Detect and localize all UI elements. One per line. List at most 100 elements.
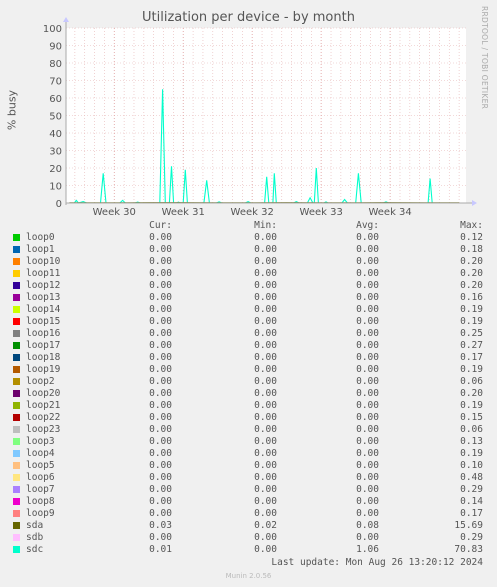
legend-swatch xyxy=(13,234,20,241)
legend-min: 0.00 xyxy=(254,256,277,267)
legend-row: sdc 0.01 0.00 1.06 70.83 xyxy=(0,544,497,556)
legend-name: loop23 xyxy=(26,424,61,435)
legend-min: 0.00 xyxy=(254,232,277,243)
legend-swatch xyxy=(13,534,20,541)
legend-avg: 0.00 xyxy=(356,232,379,243)
legend-min: 0.00 xyxy=(254,316,277,327)
legend-min: 0.00 xyxy=(254,328,277,339)
legend-name: loop7 xyxy=(26,484,55,495)
legend-cur: 0.00 xyxy=(149,424,172,435)
legend-min: 0.00 xyxy=(254,424,277,435)
y-tick-label: 70 xyxy=(49,77,62,88)
legend-cur: 0.01 xyxy=(149,544,172,555)
legend-max: 0.19 xyxy=(460,400,483,411)
legend-max: 0.20 xyxy=(460,256,483,267)
legend-swatch xyxy=(13,306,20,313)
x-tick-label: Week 32 xyxy=(231,207,274,215)
y-tick-label: 90 xyxy=(49,42,62,53)
legend-avg: 0.00 xyxy=(356,496,379,507)
legend-avg: 0.00 xyxy=(356,484,379,495)
legend-avg: 0.00 xyxy=(356,340,379,351)
legend-name: loop22 xyxy=(26,412,61,423)
legend-cur: 0.00 xyxy=(149,244,172,255)
legend-name: loop6 xyxy=(26,472,55,483)
legend-avg: 0.00 xyxy=(356,436,379,447)
legend-swatch xyxy=(13,402,20,409)
legend-max: 0.15 xyxy=(460,412,483,423)
legend-max: 0.18 xyxy=(460,244,483,255)
legend-swatch xyxy=(13,330,20,337)
legend-cur: 0.00 xyxy=(149,448,172,459)
legend-row: loop8 0.00 0.00 0.00 0.14 xyxy=(0,496,497,508)
legend-row: loop0 0.00 0.00 0.00 0.12 xyxy=(0,232,497,244)
legend-max: 0.48 xyxy=(460,472,483,483)
munin-version: Munin 2.0.56 xyxy=(225,572,272,580)
legend-cur: 0.00 xyxy=(149,256,172,267)
legend-swatch xyxy=(13,270,20,277)
legend-name: loop19 xyxy=(26,364,61,375)
legend-max: 0.14 xyxy=(460,496,483,507)
legend-min: 0.00 xyxy=(254,448,277,459)
legend-name: loop3 xyxy=(26,436,55,447)
legend-row: loop14 0.00 0.00 0.00 0.19 xyxy=(0,304,497,316)
legend-max: 0.19 xyxy=(460,364,483,375)
last-update-text: Last update: Mon Aug 26 13:20:12 2024 xyxy=(271,557,483,568)
legend-min: 0.02 xyxy=(254,520,277,531)
legend-name: loop17 xyxy=(26,340,61,351)
legend-avg: 0.00 xyxy=(356,268,379,279)
legend-row: loop2 0.00 0.00 0.00 0.06 xyxy=(0,376,497,388)
legend-row: sdb 0.00 0.00 0.00 0.29 xyxy=(0,532,497,544)
legend-avg: 0.00 xyxy=(356,412,379,423)
legend-name: loop4 xyxy=(26,448,55,459)
legend-min: 0.00 xyxy=(254,376,277,387)
legend-avg: 0.00 xyxy=(356,532,379,543)
legend-cur: 0.00 xyxy=(149,400,172,411)
legend-max: 70.83 xyxy=(454,544,483,555)
y-tick-label: 0 xyxy=(56,199,62,210)
legend-row: loop18 0.00 0.00 0.00 0.17 xyxy=(0,352,497,364)
legend-row: loop22 0.00 0.00 0.00 0.15 xyxy=(0,412,497,424)
legend-row: loop10 0.00 0.00 0.00 0.20 xyxy=(0,256,497,268)
legend-name: loop11 xyxy=(26,268,61,279)
y-tick-label: 80 xyxy=(49,59,62,70)
legend-swatch xyxy=(13,294,20,301)
y-tick-label: 30 xyxy=(49,147,62,158)
legend-min: 0.00 xyxy=(254,340,277,351)
legend-avg: 0.00 xyxy=(356,460,379,471)
legend-min: 0.00 xyxy=(254,244,277,255)
legend-swatch xyxy=(13,318,20,325)
legend-cur: 0.00 xyxy=(149,232,172,243)
legend-swatch xyxy=(13,354,20,361)
legend-avg: 1.06 xyxy=(356,544,379,555)
legend-row: loop6 0.00 0.00 0.00 0.48 xyxy=(0,472,497,484)
legend-name: loop21 xyxy=(26,400,61,411)
legend-max: 0.17 xyxy=(460,508,483,519)
legend-max: 0.29 xyxy=(460,484,483,495)
legend-cur: 0.00 xyxy=(149,328,172,339)
legend-swatch xyxy=(13,474,20,481)
legend-avg: 0.00 xyxy=(356,424,379,435)
legend-row: loop12 0.00 0.00 0.00 0.20 xyxy=(0,280,497,292)
legend-header: Cur: Min: Avg: Max: xyxy=(0,220,497,232)
legend-cur: 0.00 xyxy=(149,316,172,327)
legend-swatch xyxy=(13,246,20,253)
legend-name: sdc xyxy=(26,544,44,555)
legend-max: 0.13 xyxy=(460,436,483,447)
legend-cur: 0.00 xyxy=(149,436,172,447)
legend-cur: 0.00 xyxy=(149,304,172,315)
legend-min: 0.00 xyxy=(254,388,277,399)
legend-swatch xyxy=(13,258,20,265)
legend-swatch xyxy=(13,546,20,553)
legend-name: loop18 xyxy=(26,352,61,363)
legend-min: 0.00 xyxy=(254,484,277,495)
legend-name: loop0 xyxy=(26,232,55,243)
legend-row: loop19 0.00 0.00 0.00 0.19 xyxy=(0,364,497,376)
legend-cur: 0.00 xyxy=(149,388,172,399)
legend-row: loop5 0.00 0.00 0.00 0.10 xyxy=(0,460,497,472)
legend-name: sdb xyxy=(26,532,44,543)
legend-avg: 0.00 xyxy=(356,508,379,519)
legend-avg: 0.00 xyxy=(356,376,379,387)
legend-max: 0.27 xyxy=(460,340,483,351)
legend-max: 0.19 xyxy=(460,316,483,327)
legend-swatch xyxy=(13,462,20,469)
